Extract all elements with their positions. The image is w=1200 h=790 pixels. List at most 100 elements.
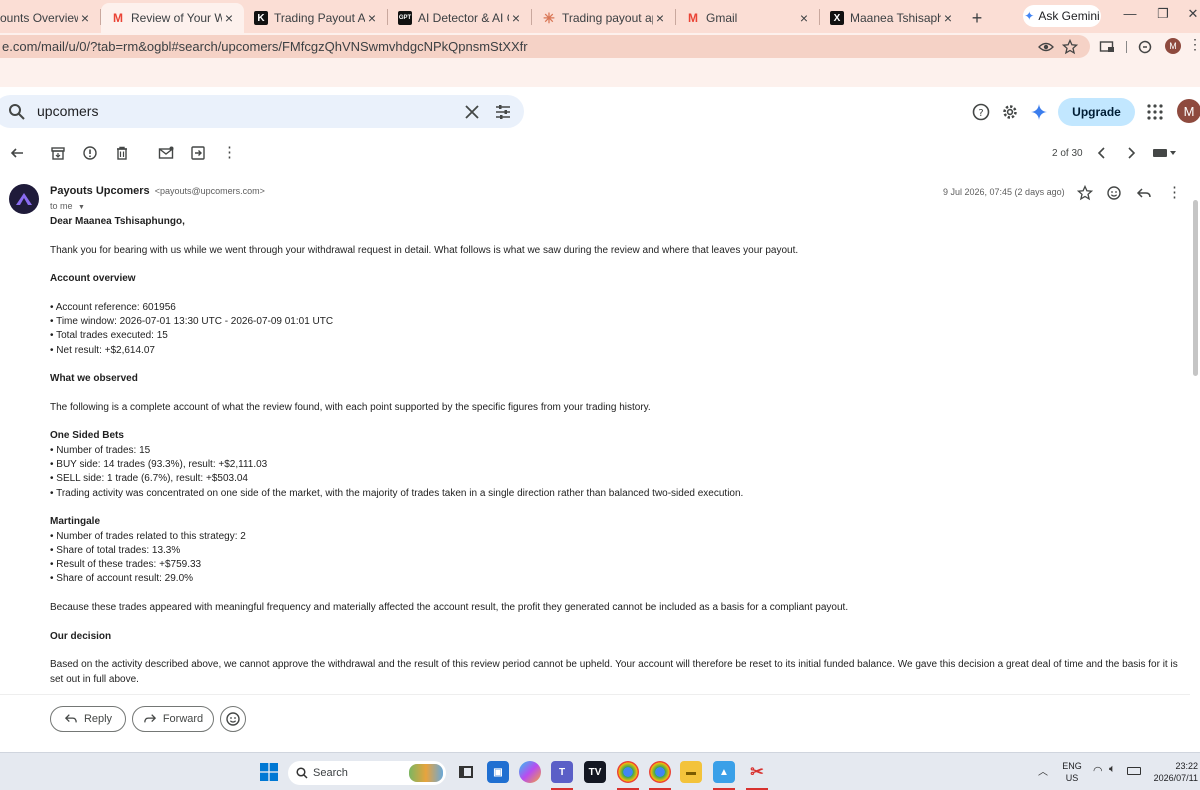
email-body: Dear Maanea Tshisaphungo, Thank you for b… <box>50 215 1185 687</box>
close-window-icon[interactable]: ✕ <box>1183 6 1200 22</box>
battery-icon[interactable] <box>1127 767 1141 775</box>
browser-tab[interactable]: M Gmail × <box>676 3 819 33</box>
taskbar-search-box[interactable]: Search <box>288 761 446 785</box>
browser-tab[interactable]: X Maanea Tshisaphungo × <box>820 3 963 33</box>
gemini-sparkle-icon[interactable] <box>1030 103 1048 121</box>
sender-email: <payouts@upcomers.com> <box>154 186 265 196</box>
star-icon[interactable] <box>1062 39 1078 55</box>
tray-chevron-up-icon[interactable]: ︿ <box>1038 763 1048 778</box>
caret-down-icon[interactable]: ▼ <box>78 204 85 211</box>
tradingview-icon[interactable]: TV <box>584 761 606 783</box>
search-input[interactable]: upcomers <box>37 103 98 119</box>
email-heading: Martingale <box>50 516 101 528</box>
chevron-right-icon[interactable] <box>1123 145 1139 161</box>
close-icon[interactable]: × <box>653 10 667 26</box>
store-icon[interactable]: ▣ <box>487 761 509 783</box>
clock-date: 2026/07/11 <box>1153 773 1198 783</box>
search-options-icon[interactable] <box>494 103 512 121</box>
language-code: ENG <box>1062 761 1082 771</box>
kebab-menu-icon[interactable]: ⋮ <box>1188 36 1200 53</box>
copilot-icon[interactable] <box>519 761 541 783</box>
browser-tab[interactable]: ✳ Trading payout appeal × <box>532 3 675 33</box>
chrome-profile-icon[interactable] <box>617 761 639 783</box>
sender-avatar[interactable] <box>9 184 39 214</box>
upgrade-button[interactable]: Upgrade <box>1058 98 1135 126</box>
photos-icon[interactable]: ▲ <box>713 761 735 783</box>
url-field[interactable]: e.com/mail/u/0/?tab=rm&ogbl#search/upcom… <box>0 35 1090 58</box>
email-heading: What we observed <box>50 373 138 385</box>
email-paragraph <box>50 229 1185 243</box>
cast-icon[interactable] <box>1099 39 1115 55</box>
teams-icon[interactable]: T <box>551 761 573 783</box>
eye-off-icon[interactable] <box>1038 39 1054 55</box>
reply-icon[interactable] <box>1136 185 1152 201</box>
email-paragraph: • Total trades executed: 15 <box>50 330 168 342</box>
settings-gear-icon[interactable] <box>1001 103 1019 121</box>
browser-tab-active[interactable]: M Review of Your Withdra × <box>101 3 244 33</box>
search-bar[interactable]: upcomers <box>0 95 524 128</box>
minimize-icon[interactable]: — <box>1120 6 1140 21</box>
help-icon[interactable]: ? <box>972 103 990 121</box>
forward-label: Forward <box>162 713 204 725</box>
email-paragraph: • Result of these trades: +$759.33 <box>50 559 202 571</box>
email-paragraph <box>50 501 1185 515</box>
windows-start-icon[interactable] <box>260 763 278 781</box>
report-spam-icon[interactable] <box>82 145 98 161</box>
tab-title: ounts Overview | Up <box>0 11 78 25</box>
tab-title: Maanea Tshisaphungo <box>850 11 941 25</box>
search-icon[interactable] <box>8 103 26 121</box>
email-paragraph <box>50 587 1185 601</box>
archive-icon[interactable] <box>50 145 66 161</box>
clear-search-icon[interactable] <box>463 103 481 121</box>
email-paragraph <box>50 286 1185 300</box>
close-icon[interactable]: × <box>509 10 523 26</box>
close-icon[interactable]: × <box>941 10 955 26</box>
recipient-line[interactable]: to me ▼ <box>50 201 85 211</box>
back-arrow-icon[interactable] <box>9 145 25 161</box>
apps-grid-icon[interactable] <box>1146 103 1164 121</box>
more-options-icon[interactable]: ⋮ <box>222 143 237 161</box>
close-icon[interactable]: × <box>78 10 92 26</box>
add-reaction-icon[interactable] <box>1106 185 1122 201</box>
wifi-icon[interactable]: ◠ <box>1093 764 1103 777</box>
snipping-tool-icon[interactable]: ✂ <box>746 761 768 783</box>
browser-tab[interactable]: K Trading Payout Appeal × <box>244 3 387 33</box>
star-icon[interactable] <box>1077 185 1093 201</box>
scrollbar[interactable] <box>1193 200 1198 376</box>
message-more-icon[interactable]: ⋮ <box>1167 183 1182 201</box>
volume-icon[interactable]: 🔈︎ <box>1109 763 1116 776</box>
clock[interactable]: 23:22 2026/07/11 <box>1152 760 1198 784</box>
task-view-icon[interactable] <box>455 761 477 783</box>
windows-taskbar: Search ▣ T TV ▬ ▲ ✂ ︿ ENG US ◠ 🔈︎ 23:22 … <box>0 752 1200 790</box>
forward-button[interactable]: Forward <box>132 706 214 732</box>
chevron-left-icon[interactable] <box>1094 145 1110 161</box>
file-explorer-icon[interactable]: ▬ <box>680 761 702 783</box>
extensions-icon[interactable] <box>1137 39 1153 55</box>
ask-gemini-button[interactable]: ✦ Ask Gemini <box>1023 5 1101 27</box>
close-icon[interactable]: × <box>365 10 379 26</box>
gmail-top-band <box>0 60 1200 87</box>
delete-trash-icon[interactable] <box>114 145 130 161</box>
keyboard-input-icon[interactable] <box>1152 145 1178 161</box>
tab-title: Review of Your Withdra <box>131 11 222 25</box>
close-icon[interactable]: × <box>797 10 811 26</box>
restore-icon[interactable]: ❐ <box>1153 6 1173 22</box>
language-indicator[interactable]: ENG US <box>1060 760 1084 784</box>
toolbar-divider <box>1126 41 1127 53</box>
chrome-profile-icon[interactable] <box>649 761 671 783</box>
reply-button[interactable]: Reply <box>50 706 126 732</box>
new-tab-button[interactable]: + <box>963 3 991 33</box>
emoji-reaction-button[interactable] <box>220 706 246 732</box>
move-to-icon[interactable] <box>190 145 206 161</box>
email-paragraph <box>50 358 1185 372</box>
tab-title: Gmail <box>706 11 738 25</box>
sender-name[interactable]: Payouts Upcomers <box>50 185 150 197</box>
email-heading: One Sided Bets <box>50 430 124 442</box>
account-avatar[interactable]: M <box>1177 99 1200 123</box>
browser-tab[interactable]: ounts Overview | Up × <box>0 3 100 33</box>
profile-avatar[interactable]: M <box>1165 38 1181 54</box>
browser-tab[interactable]: GPT AI Detector & AI Check × <box>388 3 531 33</box>
close-icon[interactable]: × <box>222 10 236 26</box>
email-date: 9 Jul 2026, 07:45 (2 days ago) <box>943 187 1065 197</box>
mark-unread-icon[interactable] <box>158 145 174 161</box>
